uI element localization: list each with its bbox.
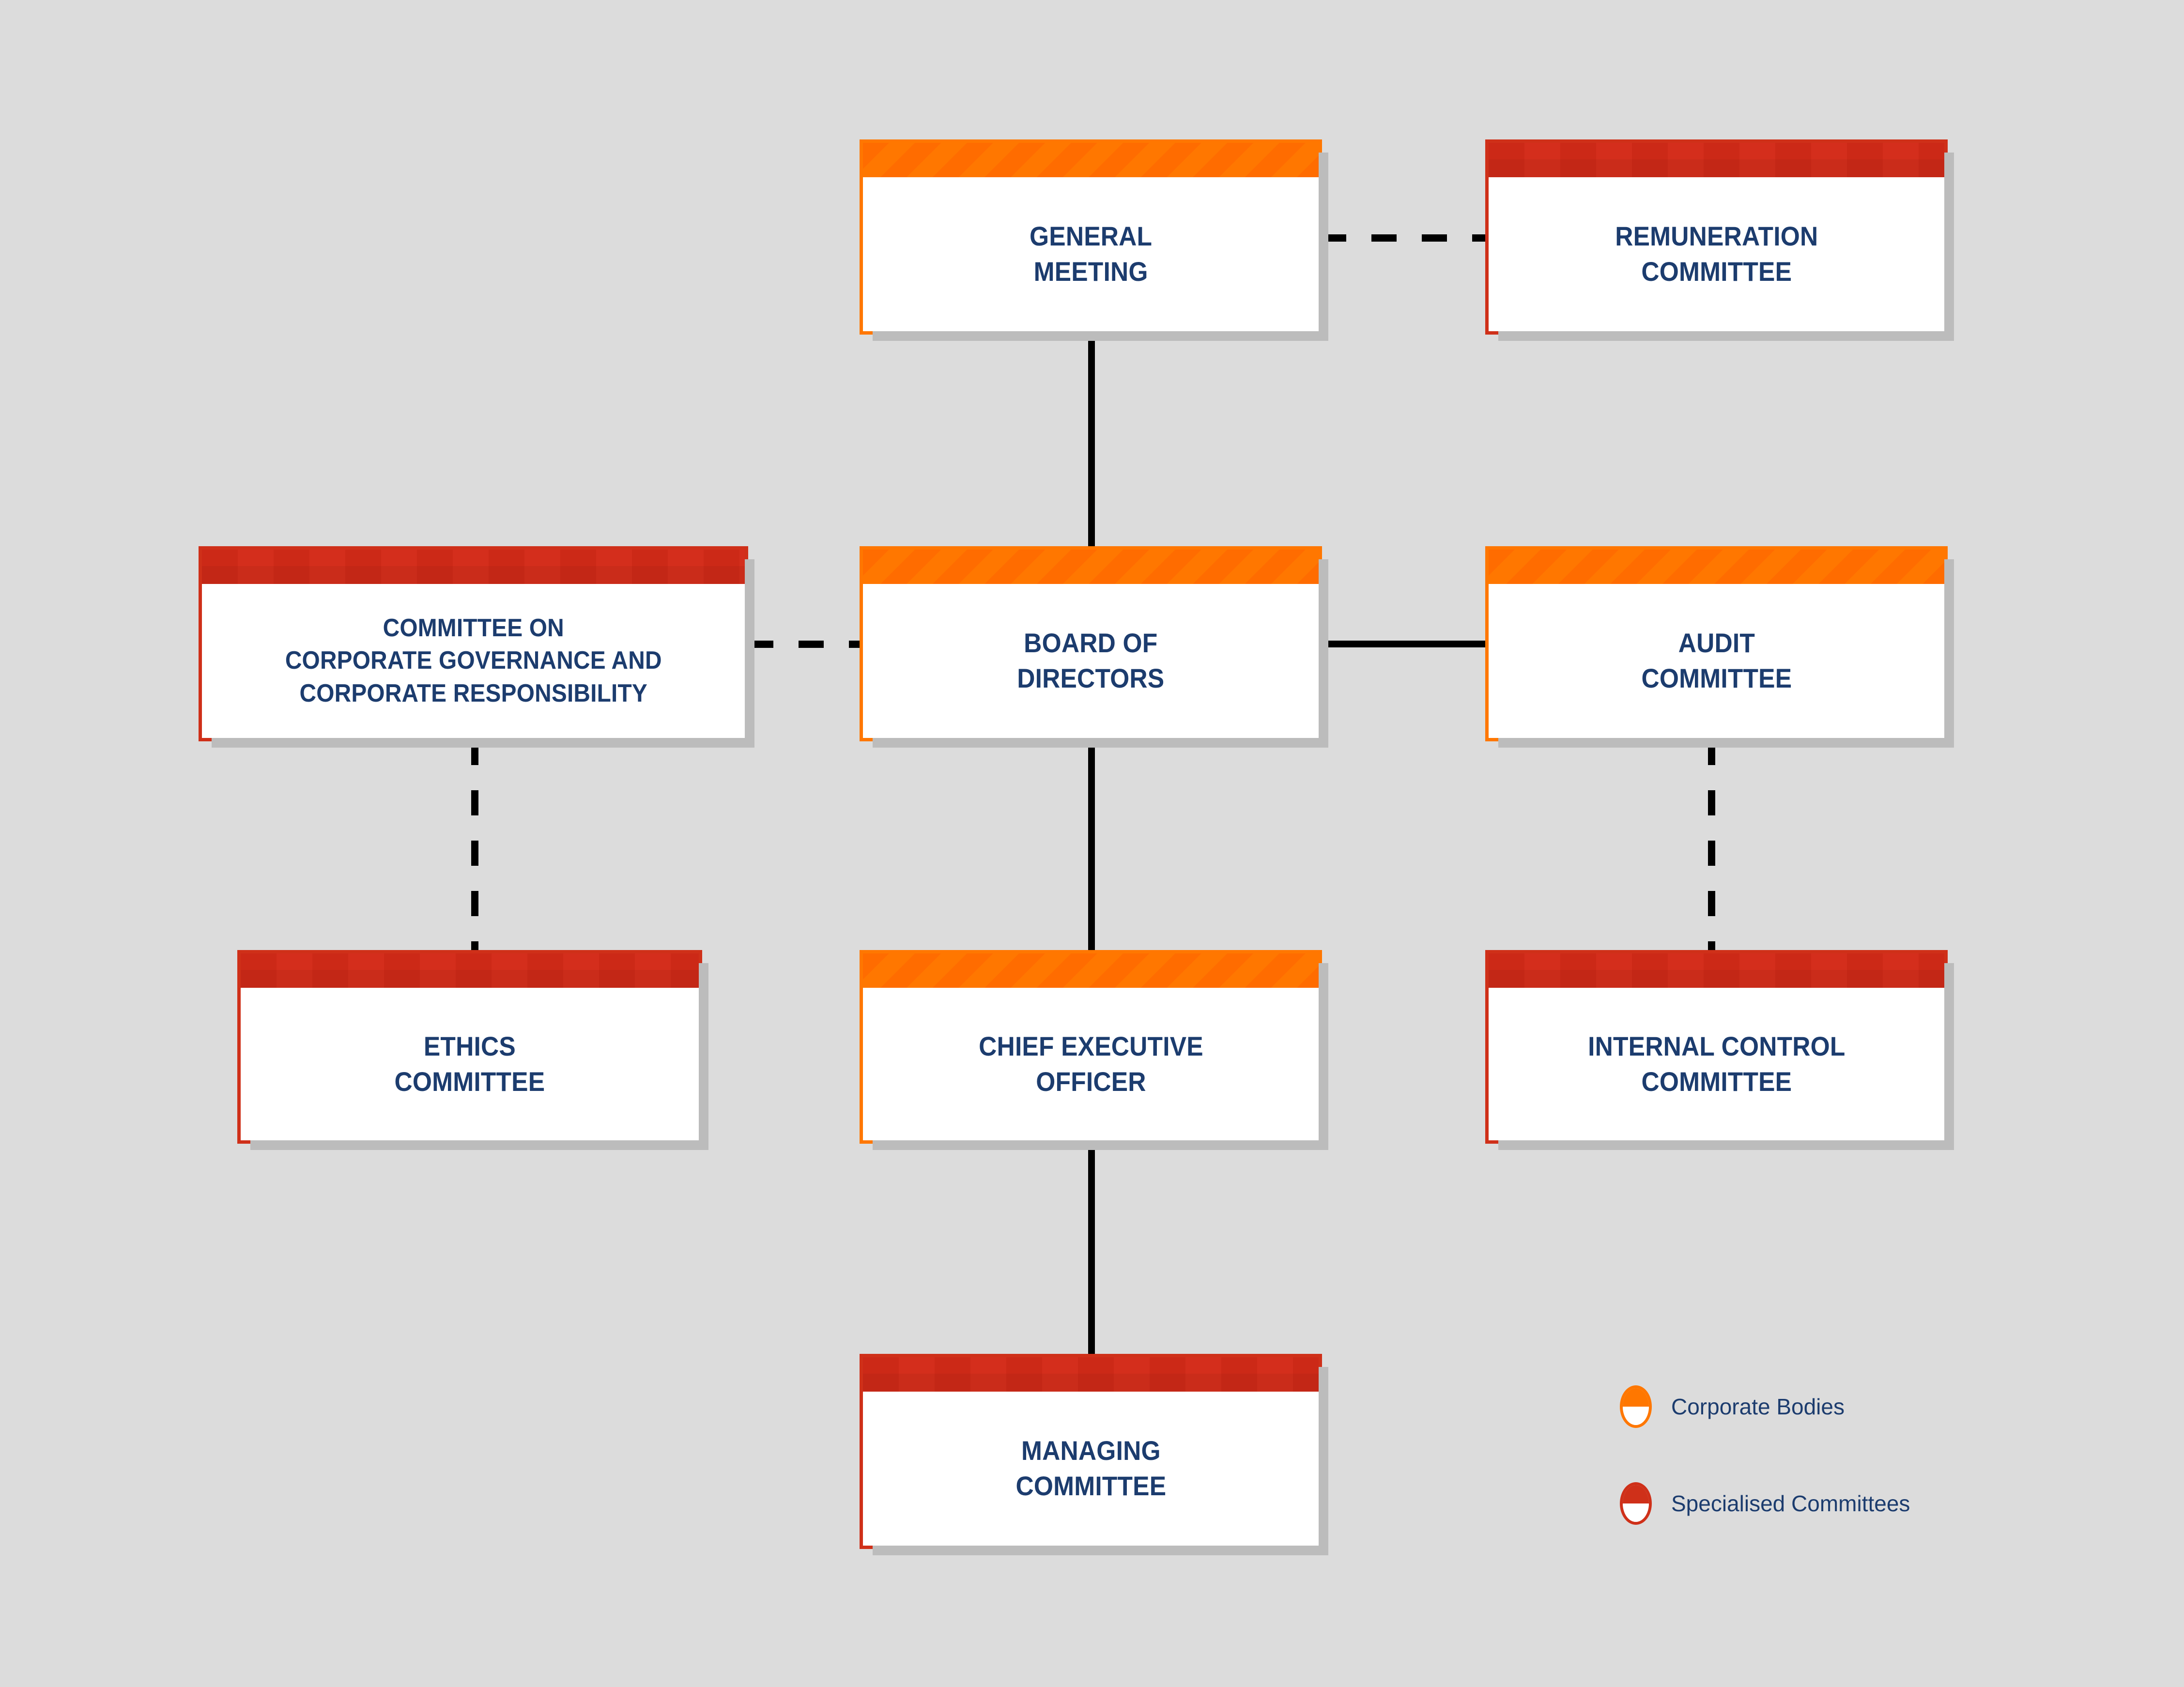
node-body: GENERAL MEETING [863, 177, 1319, 331]
connector-governance-committee-to-board [748, 641, 864, 648]
node-header-band-red [241, 953, 699, 988]
node-label-managing-committee: MANAGING COMMITTEE [1015, 1435, 1166, 1501]
node-committee-on-corporate-governance[interactable]: COMMITTEE ON CORPORATE GOVERNANCE AND CO… [199, 546, 754, 748]
marker-bottom-half [1623, 1503, 1649, 1522]
node-body: BOARD OF DIRECTORS [863, 584, 1319, 738]
node-board-of-directors[interactable]: BOARD OF DIRECTORS [860, 546, 1328, 748]
node-label-general-meeting: GENERAL MEETING [1029, 221, 1153, 287]
node-header-band-red [1489, 143, 1944, 177]
node-ethics-committee[interactable]: ETHICS COMMITTEE [237, 950, 708, 1150]
specialised-committees-marker-icon [1620, 1482, 1652, 1525]
legend-item-corporate-bodies: Corporate Bodies [1620, 1378, 2007, 1436]
node-header-stripe-orange [863, 953, 1319, 988]
node-internal-control-committee[interactable]: INTERNAL CONTROL COMMITTEE [1485, 950, 1954, 1150]
node-header-band-red [1489, 953, 1944, 988]
node-body: REMUNERATION COMMITTEE [1489, 177, 1944, 331]
marker-bottom-half [1623, 1407, 1649, 1425]
connector-general-meeting-to-remuneration-committee [1321, 234, 1491, 242]
node-header-stripe-orange [1489, 550, 1944, 584]
node-audit-committee[interactable]: AUDIT COMMITTEE [1485, 546, 1954, 748]
marker-top-half [1623, 1485, 1649, 1503]
node-body: MANAGING COMMITTEE [863, 1392, 1319, 1546]
node-label-board-of-directors: BOARD OF DIRECTORS [1017, 628, 1165, 693]
node-body: AUDIT COMMITTEE [1489, 584, 1944, 738]
node-label-internal-control-committee: INTERNAL CONTROL COMMITTEE [1587, 1030, 1846, 1097]
node-remuneration-committee[interactable]: REMUNERATION COMMITTEE [1485, 139, 1954, 341]
connector-general-meeting-to-board [1088, 334, 1095, 554]
node-body: INTERNAL CONTROL COMMITTEE [1489, 988, 1944, 1140]
node-body: ETHICS COMMITTEE [241, 988, 699, 1140]
connector-audit-committee-to-internal-control-committee [1708, 740, 1715, 953]
legend: Corporate Bodies Specialised Committees [1620, 1378, 2007, 1533]
node-label-remuneration-committee: REMUNERATION COMMITTEE [1615, 221, 1818, 287]
corporate-bodies-marker-icon [1620, 1385, 1652, 1428]
node-label-committee-on-corporate-governance: COMMITTEE ON CORPORATE GOVERNANCE AND CO… [285, 613, 662, 707]
node-header-stripe-orange [863, 550, 1319, 584]
connector-board-to-audit-committee [1320, 641, 1487, 647]
node-label-chief-executive-officer: CHIEF EXECUTIVE OFFICER [978, 1030, 1203, 1097]
node-label-audit-committee: AUDIT COMMITTEE [1641, 628, 1792, 693]
node-chief-executive-officer[interactable]: CHIEF EXECUTIVE OFFICER [860, 950, 1328, 1150]
node-body: CHIEF EXECUTIVE OFFICER [863, 988, 1319, 1140]
node-managing-committee[interactable]: MANAGING COMMITTEE [860, 1354, 1328, 1555]
legend-item-specialised-committees: Specialised Committees [1620, 1474, 2007, 1533]
org-chart-canvas: GENERAL MEETING REMUNERATION COMMITTEE C… [0, 0, 2184, 1687]
connector-board-to-ceo [1088, 740, 1095, 954]
node-header-stripe-orange [863, 143, 1319, 177]
node-header-band-red [863, 1357, 1319, 1392]
legend-label-corporate-bodies: Corporate Bodies [1671, 1394, 1845, 1419]
node-general-meeting[interactable]: GENERAL MEETING [860, 139, 1328, 341]
node-label-ethics-committee: ETHICS COMMITTEE [394, 1030, 545, 1097]
marker-top-half [1623, 1388, 1649, 1407]
connector-governance-committee-to-ethics-committee [471, 740, 478, 953]
legend-label-specialised-committees: Specialised Committees [1671, 1491, 1910, 1516]
connector-ceo-to-managing-committee [1088, 1138, 1095, 1355]
node-body: COMMITTEE ON CORPORATE GOVERNANCE AND CO… [202, 584, 745, 738]
node-header-band-red [202, 550, 745, 584]
